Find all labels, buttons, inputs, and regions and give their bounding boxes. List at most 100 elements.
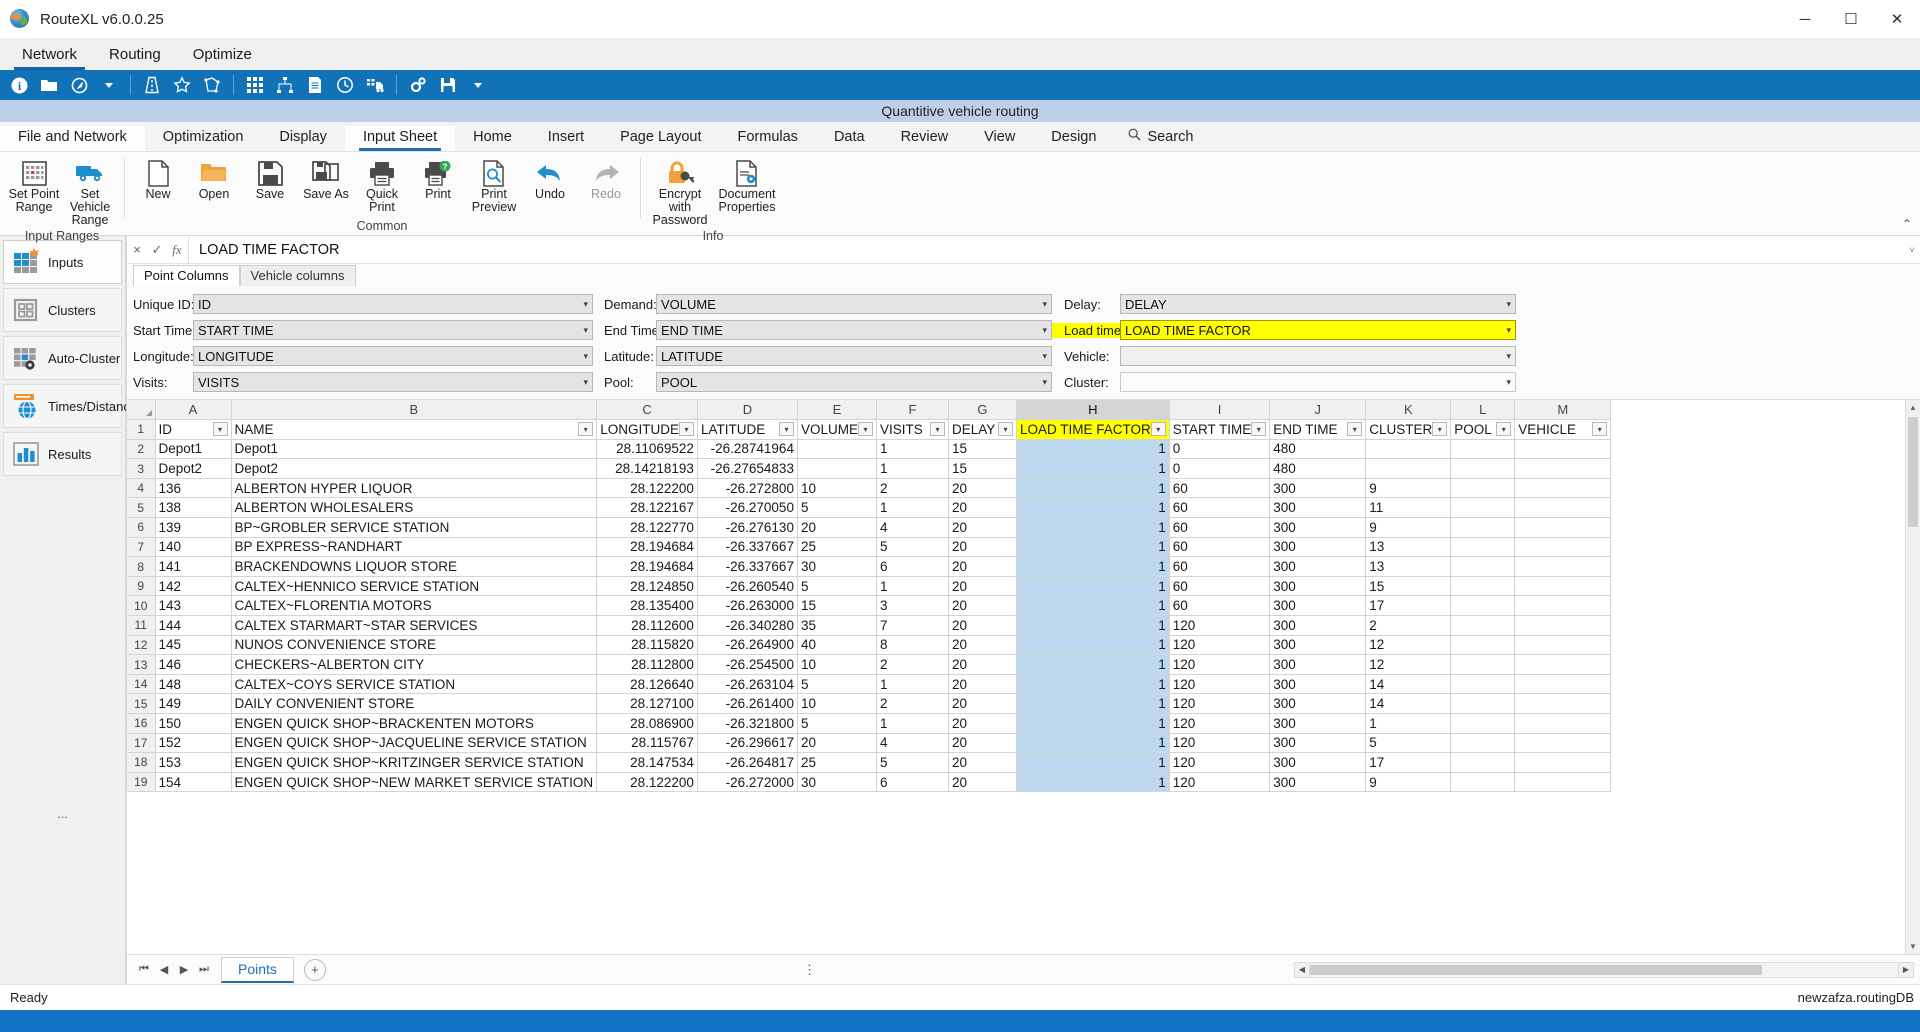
table-cell[interactable]: 13	[1365, 556, 1452, 577]
tab-review[interactable]: Review	[883, 126, 967, 151]
column-header-k[interactable]: K	[1365, 400, 1452, 421]
table-row[interactable]: 12 145 NUNOS CONVENIENCE STORE 28.115820 -26…	[127, 635, 1612, 656]
table-cell[interactable]: 120	[1169, 654, 1271, 675]
filter-dropdown-icon[interactable]: ▾	[578, 422, 594, 437]
table-cell[interactable]	[1514, 693, 1612, 714]
table-row[interactable]: 4 136 ALBERTON HYPER LIQUOR 28.122200 -26.27…	[127, 478, 1612, 499]
table-cell[interactable]	[1514, 635, 1612, 656]
row-header[interactable]: 13	[127, 654, 156, 675]
table-cell[interactable]: 10	[797, 478, 877, 499]
table-cell[interactable]: 9	[1365, 478, 1452, 499]
table-cell[interactable]: 28.11069522	[596, 439, 698, 460]
table-row[interactable]: 15 149 DAILY CONVENIENT STORE 28.127100 -26.…	[127, 693, 1612, 714]
vehicle-select[interactable]: ▾	[1120, 346, 1516, 366]
table-cell[interactable]: 20	[948, 752, 1017, 773]
table-cell[interactable]: 30	[797, 772, 877, 793]
filter-dropdown-icon[interactable]: ▾	[1150, 422, 1166, 437]
column-header-f[interactable]: F	[876, 400, 949, 421]
row-header[interactable]: 9	[127, 576, 156, 597]
header-cell[interactable]: NAME ▾	[231, 419, 598, 440]
table-cell[interactable]: 60	[1169, 478, 1271, 499]
table-row[interactable]: 2 Depot1 Depot1 28.11069522 -26.28741964 1 15 1…	[127, 439, 1612, 460]
menu-item-network[interactable]: Network	[6, 42, 93, 70]
table-cell[interactable]: 150	[155, 713, 232, 734]
table-row[interactable]: 17 152 ENGEN QUICK SHOP~JACQUELINE SERVICE…	[127, 733, 1612, 754]
row-header[interactable]: 16	[127, 713, 156, 734]
table-cell[interactable]: 5	[797, 674, 877, 695]
table-row[interactable]: 3 Depot2 Depot2 28.14218193 -26.27654833 1 15 1…	[127, 458, 1612, 479]
table-cell[interactable]: 144	[155, 615, 232, 636]
formula-expand-chevron-down-icon[interactable]: ˅	[1904, 245, 1920, 255]
table-cell[interactable]	[1514, 458, 1612, 479]
table-cell[interactable]	[1450, 713, 1516, 734]
header-cell[interactable]: VEHICLE ▾	[1514, 419, 1612, 440]
table-cell[interactable]: 5	[876, 537, 949, 558]
table-cell[interactable]: 60	[1169, 595, 1271, 617]
table-cell[interactable]: 5	[797, 497, 877, 519]
table-cell[interactable]: 1	[1365, 713, 1452, 734]
table-cell[interactable]: 300	[1269, 478, 1367, 499]
scroll-right-arrow-icon[interactable]: ▶	[1897, 961, 1914, 978]
table-cell[interactable]: 28.122770	[596, 517, 698, 538]
add-sheet-button[interactable]: +	[303, 958, 326, 981]
table-cell[interactable]: 2	[876, 654, 949, 675]
table-cell[interactable]: 20	[948, 635, 1017, 656]
table-cell[interactable]: 5	[876, 752, 949, 773]
sidebar-item-inputs[interactable]: Inputs	[3, 240, 122, 284]
table-cell[interactable]: Depot2	[231, 458, 598, 479]
table-cell[interactable]	[1514, 733, 1612, 754]
table-cell[interactable]: 28.124850	[596, 576, 698, 597]
menu-item-routing[interactable]: Routing	[93, 42, 177, 70]
table-cell[interactable]	[1450, 674, 1516, 695]
table-cell[interactable]: 3	[876, 595, 949, 617]
table-cell[interactable]	[1450, 478, 1516, 499]
table-cell[interactable]: 28.194684	[596, 537, 698, 558]
row-header[interactable]: 19	[127, 772, 156, 793]
table-cell[interactable]: 120	[1169, 674, 1271, 695]
start-time-select[interactable]: START TIME ▾	[193, 320, 593, 340]
row-header[interactable]: 10	[127, 595, 156, 617]
table-row[interactable]: 18 153 ENGEN QUICK SHOP~KRITZINGER SERVICE…	[127, 752, 1612, 773]
table-row[interactable]: 7 140 BP EXPRESS~RANDHART 28.194684 -26.3376…	[127, 537, 1612, 558]
table-cell[interactable]: 1	[1016, 497, 1170, 519]
table-cell[interactable]: ENGEN QUICK SHOP~BRACKENTEN MOTORS	[231, 713, 598, 734]
tab-point-columns[interactable]: Point Columns	[133, 265, 240, 286]
table-cell[interactable]	[1514, 478, 1612, 499]
column-header-l[interactable]: L	[1450, 400, 1516, 421]
table-cell[interactable]	[1514, 595, 1612, 617]
column-header-g[interactable]: G	[948, 400, 1017, 421]
header-cell[interactable]: CLUSTER ▾	[1365, 419, 1452, 440]
table-cell[interactable]: 1	[1016, 693, 1170, 714]
table-cell[interactable]: -26.276130	[697, 517, 798, 538]
table-cell[interactable]	[1450, 615, 1516, 636]
table-cell[interactable]	[1450, 595, 1516, 617]
open-button[interactable]: Open	[186, 157, 242, 202]
document-list-icon[interactable]	[302, 72, 328, 98]
filter-dropdown-icon[interactable]: ▾	[1251, 422, 1267, 437]
table-cell[interactable]	[1514, 556, 1612, 577]
table-cell[interactable]: 12	[1365, 635, 1452, 656]
table-cell[interactable]: 1	[1016, 713, 1170, 734]
table-row[interactable]: 5 138 ALBERTON WHOLESALERS 28.122167 -26.270…	[127, 497, 1612, 519]
filter-dropdown-icon[interactable]: ▾	[778, 422, 794, 437]
table-cell[interactable]: 1	[876, 497, 949, 519]
table-cell[interactable]	[1450, 517, 1516, 538]
filter-dropdown-icon[interactable]: ▾	[678, 422, 694, 437]
column-header-i[interactable]: I	[1169, 400, 1271, 421]
tab-file-and-network[interactable]: File and Network	[0, 126, 145, 151]
table-cell[interactable]	[1514, 772, 1612, 793]
table-cell[interactable]	[1450, 693, 1516, 714]
tab-home[interactable]: Home	[455, 126, 530, 151]
visits-select[interactable]: VISITS ▾	[193, 372, 593, 392]
table-cell[interactable]: 10	[797, 693, 877, 714]
chevron-down-icon[interactable]	[96, 72, 122, 98]
table-cell[interactable]: 60	[1169, 537, 1271, 558]
table-cell[interactable]: 0	[1169, 439, 1271, 460]
table-cell[interactable]: 1	[876, 713, 949, 734]
table-cell[interactable]: 120	[1169, 772, 1271, 793]
table-cell[interactable]: -26.260540	[697, 576, 798, 597]
table-cell[interactable]	[797, 439, 877, 460]
table-cell[interactable]: 28.122200	[596, 772, 698, 793]
row-header[interactable]: 2	[127, 439, 156, 460]
table-cell[interactable]: 20	[948, 733, 1017, 754]
